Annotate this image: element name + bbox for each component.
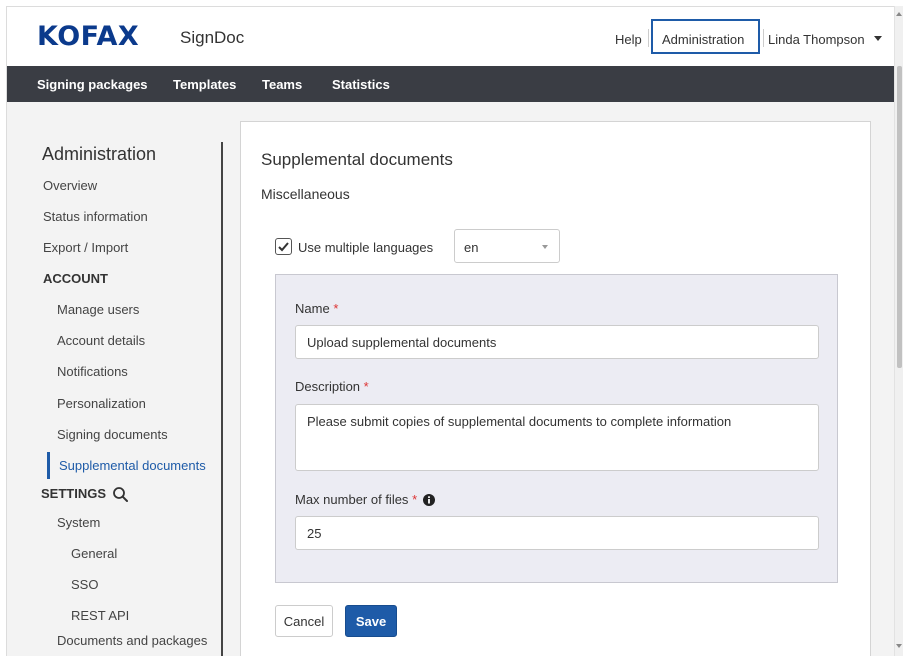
sidebar-title: Administration: [42, 144, 157, 164]
sidebar-item-overview[interactable]: Overview: [43, 178, 97, 193]
language-select[interactable]: en: [454, 229, 560, 263]
sidebar-item-notifications[interactable]: Notifications: [57, 364, 128, 379]
description-label-text: Description: [295, 379, 361, 394]
max-files-label-text: Max number of files: [295, 492, 409, 507]
nav-statistics[interactable]: Statistics: [332, 77, 390, 92]
description-field[interactable]: Please submit copies of supplemental doc…: [295, 404, 819, 471]
sidebar-item-account-details[interactable]: Account details: [57, 333, 145, 348]
nav-signing-packages[interactable]: Signing packages: [37, 77, 148, 92]
required-marker: *: [363, 379, 369, 394]
administration-link[interactable]: Administration: [651, 19, 760, 54]
language-form: Name * Upload supplemental documents Des…: [275, 274, 838, 583]
nav-templates[interactable]: Templates: [173, 77, 236, 92]
sidebar-divider: [221, 142, 223, 656]
sidebar-section-account: ACCOUNT: [43, 271, 108, 286]
sidebar-item-personalization[interactable]: Personalization: [57, 396, 146, 411]
search-icon[interactable]: [112, 486, 129, 503]
header-divider: [648, 29, 649, 47]
user-menu[interactable]: Linda Thompson: [768, 32, 865, 47]
language-select-value: en: [464, 240, 479, 255]
main-nav: Signing packages Templates Teams Statist…: [7, 66, 894, 102]
sidebar-item-general[interactable]: General: [71, 546, 117, 561]
required-marker: *: [412, 492, 418, 507]
product-name: SignDoc: [180, 28, 245, 47]
section-heading: Miscellaneous: [261, 186, 350, 202]
chevron-down-icon: [542, 245, 548, 249]
active-indicator: [47, 452, 50, 479]
sidebar-item-system[interactable]: System: [57, 515, 100, 530]
name-field[interactable]: Upload supplemental documents: [295, 325, 819, 359]
scroll-up-icon[interactable]: [896, 12, 902, 16]
sidebar-item-documents-and-packages[interactable]: Documents and packages: [57, 633, 207, 648]
chevron-down-icon[interactable]: [874, 36, 882, 41]
name-label: Name *: [295, 301, 338, 316]
scrollbar-thumb[interactable]: [897, 66, 902, 368]
sidebar-item-sso[interactable]: SSO: [71, 577, 98, 592]
sidebar-section-settings: SETTINGS: [41, 486, 107, 501]
main-panel: Supplemental documents Miscellaneous Use…: [240, 121, 871, 656]
required-marker: *: [333, 301, 339, 316]
kofax-logo[interactable]: KOFAX: [37, 21, 139, 52]
sidebar-item-status-information[interactable]: Status information: [43, 209, 148, 224]
name-label-text: Name: [295, 301, 330, 316]
sidebar-item-manage-users[interactable]: Manage users: [57, 302, 139, 317]
info-icon[interactable]: [423, 494, 436, 506]
sidebar-item-signing-documents[interactable]: Signing documents: [57, 427, 168, 442]
max-files-field[interactable]: 25: [295, 516, 819, 550]
page-scrollbar[interactable]: [894, 6, 903, 656]
max-files-label: Max number of files *: [295, 492, 436, 507]
sidebar-item-export-import[interactable]: Export / Import: [43, 240, 128, 255]
description-label: Description *: [295, 379, 369, 394]
header-divider: [763, 29, 764, 47]
save-button[interactable]: Save: [345, 605, 397, 637]
sidebar-item-supplemental-documents[interactable]: Supplemental documents: [59, 458, 206, 473]
use-multiple-languages-checkbox[interactable]: [275, 238, 292, 255]
scroll-down-icon[interactable]: [896, 644, 902, 648]
header: KOFAX SignDoc Help Administration Linda …: [7, 7, 894, 66]
check-icon: [278, 242, 289, 252]
page-title: Supplemental documents: [261, 150, 453, 169]
sidebar: Administration Overview Status informati…: [7, 102, 232, 656]
app-window: KOFAX SignDoc Help Administration Linda …: [6, 6, 894, 656]
nav-teams[interactable]: Teams: [262, 77, 302, 92]
help-link[interactable]: Help: [615, 32, 642, 47]
cancel-button[interactable]: Cancel: [275, 605, 333, 637]
use-multiple-languages-label[interactable]: Use multiple languages: [298, 240, 433, 255]
sidebar-item-rest-api[interactable]: REST API: [71, 608, 129, 623]
